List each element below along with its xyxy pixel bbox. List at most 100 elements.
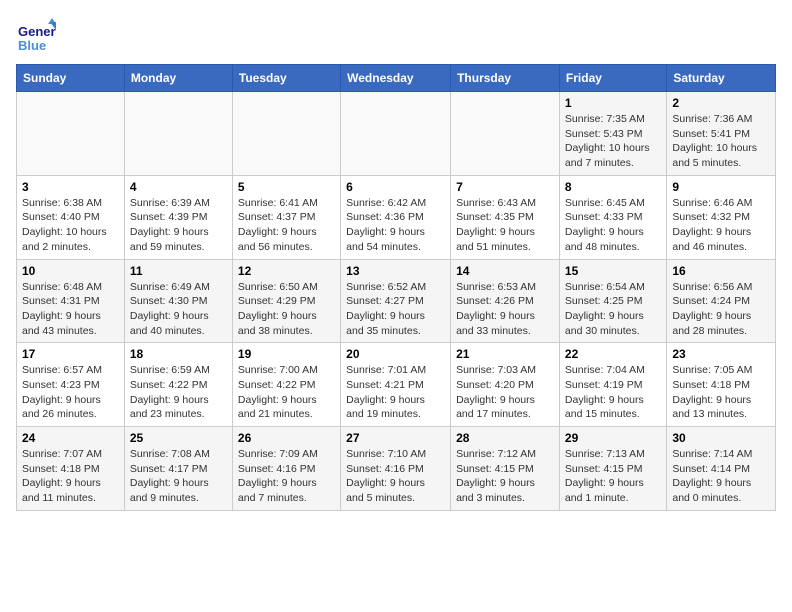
weekday-header: Thursday	[451, 65, 560, 92]
calendar-cell	[341, 92, 451, 176]
day-info: Sunrise: 7:04 AM Sunset: 4:19 PM Dayligh…	[565, 363, 661, 422]
day-number: 22	[565, 347, 661, 361]
day-info: Sunrise: 7:00 AM Sunset: 4:22 PM Dayligh…	[238, 363, 335, 422]
calendar-cell: 13 Sunrise: 6:52 AM Sunset: 4:27 PM Dayli…	[341, 259, 451, 343]
day-number: 7	[456, 180, 554, 194]
calendar-cell: 11 Sunrise: 6:49 AM Sunset: 4:30 PM Dayli…	[124, 259, 232, 343]
calendar-cell: 29 Sunrise: 7:13 AM Sunset: 4:15 PM Dayli…	[559, 427, 666, 511]
calendar-cell: 2 Sunrise: 7:36 AM Sunset: 5:41 PM Daylig…	[667, 92, 776, 176]
day-info: Sunrise: 6:52 AM Sunset: 4:27 PM Dayligh…	[346, 280, 445, 339]
day-number: 12	[238, 264, 335, 278]
day-number: 13	[346, 264, 445, 278]
day-number: 10	[22, 264, 119, 278]
day-info: Sunrise: 6:50 AM Sunset: 4:29 PM Dayligh…	[238, 280, 335, 339]
svg-text:Blue: Blue	[18, 38, 46, 53]
calendar-cell: 16Sunrise: 6:56 AM Sunset: 4:24 PM Dayli…	[667, 259, 776, 343]
calendar-cell	[451, 92, 560, 176]
calendar-cell: 27 Sunrise: 7:10 AM Sunset: 4:16 PM Dayli…	[341, 427, 451, 511]
day-info: Sunrise: 6:43 AM Sunset: 4:35 PM Dayligh…	[456, 196, 554, 255]
calendar-cell: 23 Sunrise: 7:05 AM Sunset: 4:18 PM Dayli…	[667, 343, 776, 427]
day-number: 30	[672, 431, 770, 445]
calendar-cell: 4 Sunrise: 6:39 AM Sunset: 4:39 PM Daylig…	[124, 175, 232, 259]
day-number: 4	[130, 180, 227, 194]
day-number: 26	[238, 431, 335, 445]
day-info: Sunrise: 7:03 AM Sunset: 4:20 PM Dayligh…	[456, 363, 554, 422]
logo: General Blue	[16, 16, 60, 56]
calendar-cell: 26 Sunrise: 7:09 AM Sunset: 4:16 PM Dayli…	[232, 427, 340, 511]
calendar-cell: 22 Sunrise: 7:04 AM Sunset: 4:19 PM Dayli…	[559, 343, 666, 427]
calendar-cell: 3 Sunrise: 6:38 AM Sunset: 4:40 PM Daylig…	[17, 175, 125, 259]
calendar-cell: 21 Sunrise: 7:03 AM Sunset: 4:20 PM Dayli…	[451, 343, 560, 427]
day-info: Sunrise: 7:07 AM Sunset: 4:18 PM Dayligh…	[22, 447, 119, 506]
calendar-cell: 5 Sunrise: 6:41 AM Sunset: 4:37 PM Daylig…	[232, 175, 340, 259]
weekday-header: Friday	[559, 65, 666, 92]
calendar-cell: 6 Sunrise: 6:42 AM Sunset: 4:36 PM Daylig…	[341, 175, 451, 259]
calendar-cell	[17, 92, 125, 176]
calendar-cell: 14Sunrise: 6:53 AM Sunset: 4:26 PM Dayli…	[451, 259, 560, 343]
day-number: 11	[130, 264, 227, 278]
calendar-header: SundayMondayTuesdayWednesdayThursdayFrid…	[17, 65, 776, 92]
calendar-cell: 30 Sunrise: 7:14 AM Sunset: 4:14 PM Dayli…	[667, 427, 776, 511]
day-info: Sunrise: 6:45 AM Sunset: 4:33 PM Dayligh…	[565, 196, 661, 255]
calendar-cell: 20 Sunrise: 7:01 AM Sunset: 4:21 PM Dayli…	[341, 343, 451, 427]
day-number: 21	[456, 347, 554, 361]
day-number: 29	[565, 431, 661, 445]
day-info: Sunrise: 7:14 AM Sunset: 4:14 PM Dayligh…	[672, 447, 770, 506]
day-number: 2	[672, 96, 770, 110]
day-number: 27	[346, 431, 445, 445]
weekday-header: Wednesday	[341, 65, 451, 92]
calendar-cell	[124, 92, 232, 176]
day-info: Sunrise: 7:12 AM Sunset: 4:15 PM Dayligh…	[456, 447, 554, 506]
day-number: 6	[346, 180, 445, 194]
day-number: 20	[346, 347, 445, 361]
svg-text:General: General	[18, 24, 56, 39]
day-info: Sunrise: 6:42 AM Sunset: 4:36 PM Dayligh…	[346, 196, 445, 255]
calendar-table: SundayMondayTuesdayWednesdayThursdayFrid…	[16, 64, 776, 511]
weekday-header: Sunday	[17, 65, 125, 92]
day-info: Sunrise: 7:10 AM Sunset: 4:16 PM Dayligh…	[346, 447, 445, 506]
day-info: Sunrise: 7:13 AM Sunset: 4:15 PM Dayligh…	[565, 447, 661, 506]
day-info: Sunrise: 6:38 AM Sunset: 4:40 PM Dayligh…	[22, 196, 119, 255]
day-number: 18	[130, 347, 227, 361]
calendar-cell: 10Sunrise: 6:48 AM Sunset: 4:31 PM Dayli…	[17, 259, 125, 343]
day-info: Sunrise: 6:41 AM Sunset: 4:37 PM Dayligh…	[238, 196, 335, 255]
day-number: 19	[238, 347, 335, 361]
calendar-cell: 24Sunrise: 7:07 AM Sunset: 4:18 PM Dayli…	[17, 427, 125, 511]
day-number: 1	[565, 96, 661, 110]
calendar-cell: 28 Sunrise: 7:12 AM Sunset: 4:15 PM Dayli…	[451, 427, 560, 511]
day-info: Sunrise: 7:35 AM Sunset: 5:43 PM Dayligh…	[565, 112, 661, 171]
calendar-cell: 17Sunrise: 6:57 AM Sunset: 4:23 PM Dayli…	[17, 343, 125, 427]
day-number: 15	[565, 264, 661, 278]
day-info: Sunrise: 7:05 AM Sunset: 4:18 PM Dayligh…	[672, 363, 770, 422]
calendar-body: 1 Sunrise: 7:35 AM Sunset: 5:43 PM Daylig…	[17, 92, 776, 511]
day-number: 9	[672, 180, 770, 194]
day-info: Sunrise: 6:49 AM Sunset: 4:30 PM Dayligh…	[130, 280, 227, 339]
day-number: 17	[22, 347, 119, 361]
day-number: 23	[672, 347, 770, 361]
day-info: Sunrise: 6:46 AM Sunset: 4:32 PM Dayligh…	[672, 196, 770, 255]
day-number: 14	[456, 264, 554, 278]
calendar-cell: 9 Sunrise: 6:46 AM Sunset: 4:32 PM Daylig…	[667, 175, 776, 259]
calendar-cell: 18 Sunrise: 6:59 AM Sunset: 4:22 PM Dayli…	[124, 343, 232, 427]
calendar-cell: 1 Sunrise: 7:35 AM Sunset: 5:43 PM Daylig…	[559, 92, 666, 176]
day-info: Sunrise: 6:59 AM Sunset: 4:22 PM Dayligh…	[130, 363, 227, 422]
day-info: Sunrise: 7:09 AM Sunset: 4:16 PM Dayligh…	[238, 447, 335, 506]
weekday-header: Saturday	[667, 65, 776, 92]
calendar-cell: 8 Sunrise: 6:45 AM Sunset: 4:33 PM Daylig…	[559, 175, 666, 259]
day-number: 28	[456, 431, 554, 445]
day-info: Sunrise: 7:36 AM Sunset: 5:41 PM Dayligh…	[672, 112, 770, 171]
day-info: Sunrise: 6:54 AM Sunset: 4:25 PM Dayligh…	[565, 280, 661, 339]
day-info: Sunrise: 7:01 AM Sunset: 4:21 PM Dayligh…	[346, 363, 445, 422]
calendar-cell: 15 Sunrise: 6:54 AM Sunset: 4:25 PM Dayli…	[559, 259, 666, 343]
weekday-header: Tuesday	[232, 65, 340, 92]
weekday-header: Monday	[124, 65, 232, 92]
calendar-cell	[232, 92, 340, 176]
day-number: 8	[565, 180, 661, 194]
day-number: 5	[238, 180, 335, 194]
day-info: Sunrise: 6:39 AM Sunset: 4:39 PM Dayligh…	[130, 196, 227, 255]
day-number: 3	[22, 180, 119, 194]
day-number: 25	[130, 431, 227, 445]
calendar-cell: 25 Sunrise: 7:08 AM Sunset: 4:17 PM Dayli…	[124, 427, 232, 511]
calendar-cell: 7 Sunrise: 6:43 AM Sunset: 4:35 PM Daylig…	[451, 175, 560, 259]
day-info: Sunrise: 7:08 AM Sunset: 4:17 PM Dayligh…	[130, 447, 227, 506]
